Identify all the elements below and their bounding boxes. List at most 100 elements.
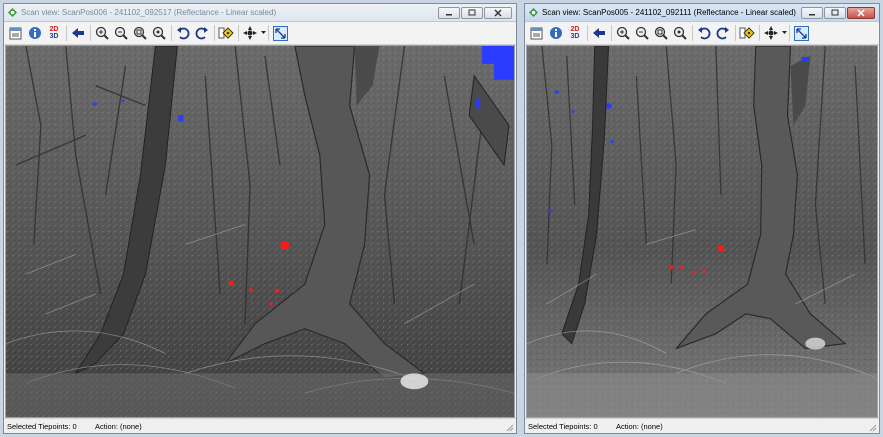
- zoom-in-icon: [616, 26, 630, 40]
- toolbar-separator: [789, 25, 790, 41]
- properties-button[interactable]: [7, 24, 25, 42]
- toolbar-separator: [90, 25, 91, 41]
- navigation-tool-button[interactable]: [241, 24, 259, 42]
- back-arrow-icon: [72, 28, 84, 38]
- 2d-3d-toggle-button[interactable]: 2D 3D: [45, 24, 63, 42]
- close-icon: [857, 8, 865, 17]
- toolbar-separator: [66, 25, 67, 41]
- zoom-window-button[interactable]: [150, 24, 168, 42]
- navigation-tool-dropdown[interactable]: [781, 24, 787, 42]
- riscan-app-icon: [8, 8, 17, 17]
- window-title: Scan view: ScanPos005 - 241102_092111 (R…: [542, 8, 796, 17]
- redo-button[interactable]: [714, 24, 732, 42]
- scan-view-toolbar: 2D 3D: [525, 22, 879, 45]
- fit-view-button[interactable]: [271, 24, 289, 42]
- title-bar[interactable]: Scan view: ScanPos005 - 241102_092111 (R…: [525, 4, 879, 22]
- zoom-window-icon: [673, 26, 687, 40]
- properties-icon: [530, 27, 543, 40]
- riscan-app-icon: [529, 8, 538, 17]
- toolbar-separator: [214, 25, 215, 41]
- resize-grip-icon[interactable]: [506, 424, 514, 432]
- toolbar-separator: [268, 25, 269, 41]
- zoom-out-button[interactable]: [112, 24, 130, 42]
- zoom-window-button[interactable]: [671, 24, 689, 42]
- toolbar-separator: [759, 25, 760, 41]
- close-icon: [494, 8, 502, 17]
- zoom-in-button[interactable]: [614, 24, 632, 42]
- minimize-button[interactable]: [438, 6, 460, 19]
- redo-icon: [716, 27, 729, 40]
- zoom-fit-icon: [654, 26, 668, 40]
- close-button[interactable]: [484, 6, 512, 19]
- reflectance-scan-image: [6, 46, 514, 417]
- tiepoint-tool-icon: [218, 27, 234, 39]
- status-bar: Selected Tiepoints: 0 Action: (none): [4, 418, 516, 433]
- reflectance-scan-image: [527, 46, 877, 417]
- window-title: Scan view: ScanPos006 - 241102_092517 (R…: [21, 8, 277, 17]
- info-button[interactable]: [26, 24, 44, 42]
- maximize-icon: [468, 9, 476, 16]
- properties-button[interactable]: [528, 24, 546, 42]
- scan-view-window-scanpos006[interactable]: Scan view: ScanPos006 - 241102_092517 (R…: [3, 3, 517, 434]
- selected-tiepoints-status: Selected Tiepoints: 0: [7, 421, 77, 431]
- toolbar-separator: [611, 25, 612, 41]
- resize-grip-icon[interactable]: [869, 424, 877, 432]
- toolbar-separator: [692, 25, 693, 41]
- undo-button[interactable]: [695, 24, 713, 42]
- fit-view-icon: [272, 25, 288, 41]
- info-icon: [29, 27, 41, 39]
- back-arrow-icon: [593, 28, 605, 38]
- zoom-in-icon: [95, 26, 109, 40]
- tiepoint-tool-icon: [739, 27, 755, 39]
- 3d-label: 3D: [570, 33, 580, 40]
- zoom-in-button[interactable]: [93, 24, 111, 42]
- toolbar-separator: [735, 25, 736, 41]
- back-button[interactable]: [69, 24, 87, 42]
- scan-image-viewport[interactable]: [526, 45, 878, 418]
- zoom-out-button[interactable]: [633, 24, 651, 42]
- action-status: Action: (none): [616, 421, 663, 431]
- fit-view-button[interactable]: [792, 24, 810, 42]
- navigation-tool-dropdown[interactable]: [260, 24, 266, 42]
- redo-button[interactable]: [193, 24, 211, 42]
- scan-image-viewport[interactable]: [5, 45, 515, 418]
- toolbar-separator: [587, 25, 588, 41]
- redo-icon: [195, 27, 208, 40]
- close-button[interactable]: [847, 6, 875, 19]
- 2d-3d-toggle-button[interactable]: 2D 3D: [566, 24, 584, 42]
- status-bar: Selected Tiepoints: 0 Action: (none): [525, 418, 879, 433]
- maximize-button[interactable]: [461, 6, 483, 19]
- chevron-down-icon: [781, 31, 787, 34]
- tiepoint-tool-button[interactable]: [738, 24, 756, 42]
- zoom-out-icon: [635, 26, 649, 40]
- zoom-fit-button[interactable]: [131, 24, 149, 42]
- action-status: Action: (none): [95, 421, 142, 431]
- maximize-button[interactable]: [824, 6, 846, 19]
- toolbar-separator: [238, 25, 239, 41]
- navigation-tool-icon: [764, 26, 778, 40]
- undo-icon: [698, 27, 711, 40]
- zoom-fit-icon: [133, 26, 147, 40]
- tiepoint-tool-button[interactable]: [217, 24, 235, 42]
- minimize-button[interactable]: [801, 6, 823, 19]
- info-icon: [550, 27, 562, 39]
- zoom-out-icon: [114, 26, 128, 40]
- 3d-label: 3D: [49, 33, 59, 40]
- maximize-icon: [831, 9, 839, 16]
- navigation-tool-button[interactable]: [762, 24, 780, 42]
- selected-tiepoints-status: Selected Tiepoints: 0: [528, 421, 598, 431]
- undo-icon: [177, 27, 190, 40]
- navigation-tool-icon: [243, 26, 257, 40]
- info-button[interactable]: [547, 24, 565, 42]
- 2d-label: 2D: [570, 26, 580, 33]
- zoom-window-icon: [152, 26, 166, 40]
- fit-view-icon: [793, 25, 809, 41]
- zoom-fit-button[interactable]: [652, 24, 670, 42]
- scan-view-window-scanpos005[interactable]: Scan view: ScanPos005 - 241102_092111 (R…: [524, 3, 880, 434]
- undo-button[interactable]: [174, 24, 192, 42]
- title-bar[interactable]: Scan view: ScanPos006 - 241102_092517 (R…: [4, 4, 516, 22]
- scan-view-toolbar: 2D 3D: [4, 22, 516, 45]
- 2d-label: 2D: [49, 26, 59, 33]
- back-button[interactable]: [590, 24, 608, 42]
- properties-icon: [9, 27, 22, 40]
